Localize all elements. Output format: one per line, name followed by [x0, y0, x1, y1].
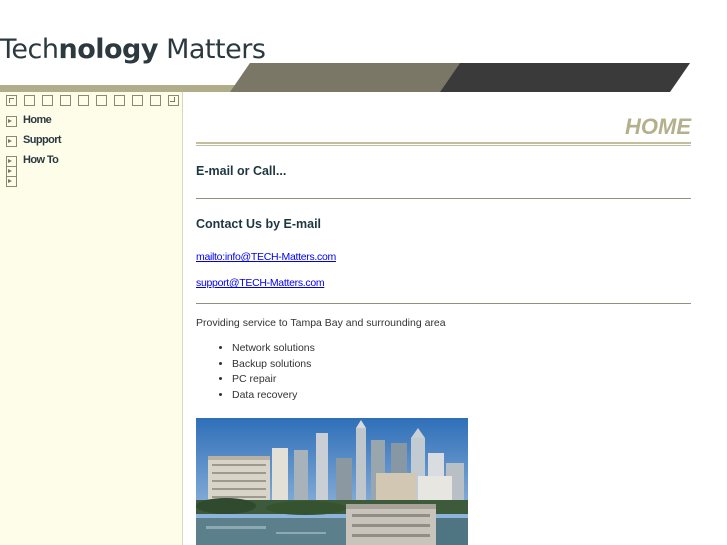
logo-part-tech: Tech [0, 34, 59, 65]
list-item: Network solutions [232, 341, 315, 357]
arrow-right-icon [6, 136, 17, 147]
square-icon [42, 95, 53, 106]
logo-part-nology: nology [58, 34, 158, 65]
support-email-link[interactable]: support@TECH-Matters.com [196, 277, 325, 289]
sidebar-item-label: Home [23, 114, 52, 126]
arrow-right-icon [6, 176, 17, 187]
list-item: PC repair [232, 372, 315, 388]
services-list: Network solutions Backup solutions PC re… [216, 341, 315, 403]
info-email-link[interactable]: mailto:info@TECH-Matters.com [196, 251, 336, 263]
list-item: Backup solutions [232, 357, 315, 373]
square-icon [96, 95, 107, 106]
list-item: Data recovery [232, 388, 315, 404]
section-divider [196, 198, 691, 199]
logo-part-matters: Matters [166, 34, 266, 65]
square-icon [24, 95, 35, 106]
sidebar-item-support[interactable]: Support [6, 133, 62, 153]
square-icon [60, 95, 71, 106]
call-heading: E-mail or Call... [196, 164, 287, 178]
arrow-right-icon [6, 116, 17, 127]
square-icon [78, 95, 89, 106]
tampa-skyline-image [196, 418, 468, 545]
sidebar-nav: Home Support How To [6, 113, 62, 187]
square-icon [114, 95, 125, 106]
site-header: Technology Matters [0, 0, 727, 92]
site-logo[interactable]: Technology Matters [0, 34, 266, 65]
email-heading: Contact Us by E-mail [196, 217, 322, 231]
square-icon [150, 95, 161, 106]
sidebar-item-home[interactable]: Home [6, 113, 61, 133]
service-area-text: Providing service to Tampa Bay and surro… [196, 317, 446, 329]
banner-mid-band [230, 63, 460, 92]
sidebar-item-how-to[interactable]: How To [6, 153, 61, 167]
header-banner [0, 63, 690, 92]
sidebar-item-label: How To [23, 154, 59, 166]
section-divider [196, 303, 691, 304]
page-title: HOME [625, 114, 691, 139]
square-icon [132, 95, 143, 106]
banner-dark-band [440, 63, 690, 92]
sidebar-toolbar [6, 95, 186, 107]
title-divider [196, 142, 691, 146]
sidebar-item-label: Support [23, 134, 62, 146]
expand-arrow-icon[interactable] [168, 95, 179, 106]
sidebar: Home Support How To [0, 92, 183, 545]
collapse-arrow-icon[interactable] [6, 95, 17, 106]
